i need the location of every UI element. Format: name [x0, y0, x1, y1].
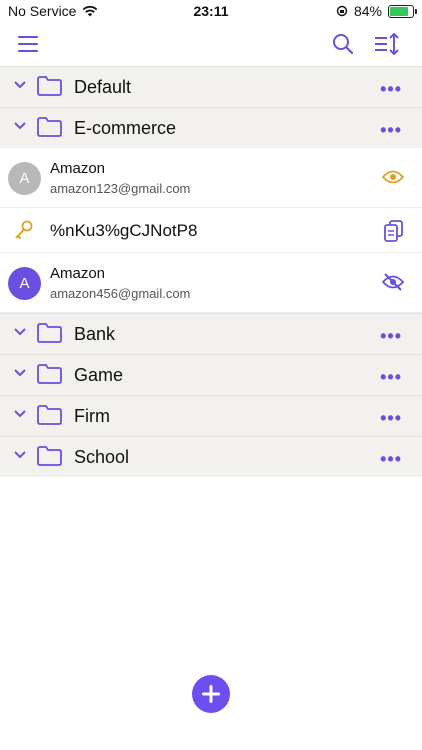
- folder-name: Bank: [74, 324, 116, 344]
- account-email: amazon456@gmail.com: [50, 286, 191, 301]
- folder-icon: [37, 446, 62, 466]
- avatar: A: [8, 267, 41, 300]
- key-icon: [15, 220, 33, 240]
- rotation-lock-icon: [336, 5, 348, 17]
- search-button[interactable]: [329, 30, 357, 58]
- chevron-down-icon[interactable]: [14, 451, 26, 459]
- folder-name: Game: [74, 365, 124, 385]
- status-bar: No Service 23:11 84%: [0, 0, 422, 22]
- folder-name: E-commerce: [74, 118, 177, 138]
- more-options-button[interactable]: •••: [380, 120, 402, 141]
- account-row[interactable]: A Amazon amazon456@gmail.com: [0, 253, 422, 313]
- vault-list: Default ••• E-commerce ••• A Amazon amaz…: [0, 66, 422, 477]
- folder-icon: [37, 364, 62, 384]
- folder-icon: [37, 323, 62, 343]
- folder-name: School: [74, 447, 130, 467]
- folder-row-ecommerce[interactable]: E-commerce •••: [0, 107, 422, 148]
- status-right: 84%: [336, 3, 417, 19]
- folder-row-bank[interactable]: Bank •••: [0, 313, 422, 354]
- more-options-button[interactable]: •••: [380, 326, 402, 347]
- eye-slash-icon[interactable]: [382, 273, 404, 291]
- folder-row-firm[interactable]: Firm •••: [0, 395, 422, 436]
- folder-row-game[interactable]: Game •••: [0, 354, 422, 395]
- avatar: A: [8, 162, 41, 195]
- search-icon: [333, 34, 354, 55]
- chevron-down-icon[interactable]: [14, 122, 26, 130]
- folder-name: Firm: [74, 406, 110, 426]
- top-toolbar: [0, 22, 422, 66]
- account-title: Amazon: [50, 265, 106, 282]
- add-button[interactable]: [192, 675, 230, 713]
- folder-row-default[interactable]: Default •••: [0, 66, 422, 107]
- more-options-button[interactable]: •••: [380, 408, 402, 429]
- password-value: %nKu3%gCJNotP8: [50, 221, 198, 240]
- hamburger-menu-icon: [18, 36, 38, 52]
- folder-row-school[interactable]: School •••: [0, 436, 422, 477]
- account-row[interactable]: A Amazon amazon123@gmail.com: [0, 148, 422, 208]
- chevron-down-icon[interactable]: [14, 328, 26, 336]
- folder-icon: [37, 76, 62, 96]
- chevron-down-icon[interactable]: [14, 410, 26, 418]
- eye-icon[interactable]: [382, 169, 404, 185]
- account-email: amazon123@gmail.com: [50, 181, 191, 196]
- battery-percent: 84%: [353, 3, 382, 19]
- chevron-down-icon[interactable]: [14, 81, 26, 89]
- battery-icon: [388, 4, 417, 18]
- copy-icon[interactable]: [384, 220, 404, 242]
- password-row[interactable]: %nKu3%gCJNotP8: [0, 208, 422, 253]
- more-options-button[interactable]: •••: [380, 79, 402, 100]
- menu-button[interactable]: [14, 30, 42, 58]
- folder-name: Default: [74, 77, 132, 97]
- chevron-down-icon[interactable]: [14, 369, 26, 377]
- more-options-button[interactable]: •••: [380, 449, 402, 470]
- more-options-button[interactable]: •••: [380, 367, 402, 388]
- sort-button[interactable]: [374, 30, 402, 58]
- account-title: Amazon: [50, 160, 106, 177]
- plus-icon: [202, 685, 220, 703]
- folder-icon: [37, 117, 62, 137]
- sort-icon: [375, 33, 399, 55]
- folder-icon: [37, 405, 62, 425]
